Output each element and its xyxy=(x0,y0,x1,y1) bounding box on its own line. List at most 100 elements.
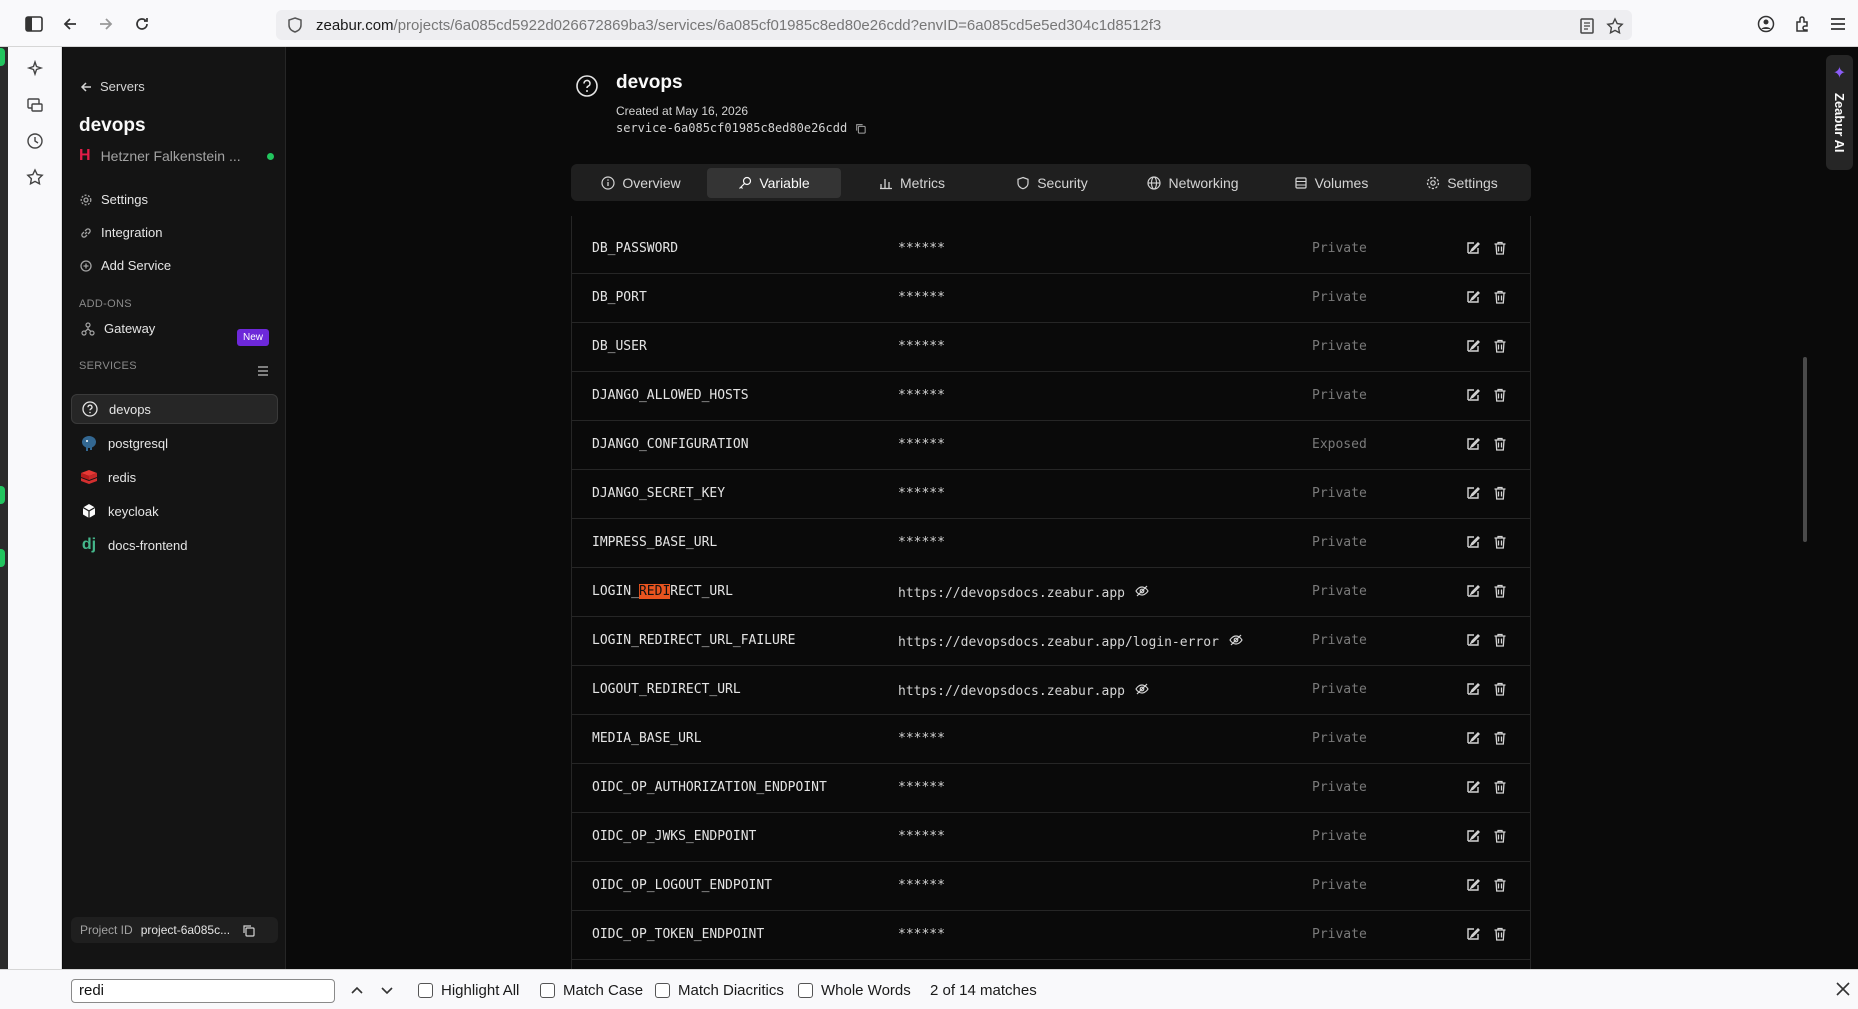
trash-icon[interactable] xyxy=(1492,485,1508,501)
tab-indicator xyxy=(0,549,5,567)
edit-icon[interactable] xyxy=(1465,779,1481,795)
back-icon[interactable] xyxy=(56,10,84,38)
variable-key: DJANGO_SECRET_KEY xyxy=(592,486,726,501)
trash-icon[interactable] xyxy=(1492,779,1508,795)
server-selector[interactable]: H Hetzner Falkenstein ... xyxy=(79,147,274,165)
account-icon[interactable] xyxy=(1752,10,1780,38)
back-to-servers-link[interactable]: Servers xyxy=(80,79,145,94)
edit-icon[interactable] xyxy=(1465,926,1481,942)
menu-icon[interactable] xyxy=(1824,10,1852,38)
copy-icon[interactable] xyxy=(242,924,255,937)
trash-icon[interactable] xyxy=(1492,338,1508,354)
trash-icon[interactable] xyxy=(1492,828,1508,844)
trash-icon[interactable] xyxy=(1492,387,1508,403)
service-item-docs-frontend[interactable]: dj docs-frontend xyxy=(71,530,278,560)
edit-icon[interactable] xyxy=(1465,387,1481,403)
address-bar[interactable]: zeabur.com/projects/6a085cd5922d02667286… xyxy=(276,10,1632,40)
table-row: LOGIN_REDIRECT_URL https://devopsdocs.zea… xyxy=(572,568,1530,617)
highlight-all-checkbox[interactable]: Highlight All xyxy=(418,982,519,999)
trash-icon[interactable] xyxy=(1492,730,1508,746)
trash-icon[interactable] xyxy=(1492,681,1508,697)
reader-view-icon[interactable] xyxy=(1578,17,1596,35)
gateway-icon xyxy=(81,321,95,336)
sidebar-toggle-icon[interactable] xyxy=(20,10,48,38)
trash-icon[interactable] xyxy=(1492,534,1508,550)
sidebar-item-gateway[interactable]: Gateway xyxy=(81,321,155,336)
tab-label: Overview xyxy=(622,174,681,191)
tab-overview[interactable]: Overview xyxy=(575,168,707,198)
ai-chat-icon[interactable] xyxy=(24,58,46,80)
trash-icon[interactable] xyxy=(1492,289,1508,305)
bookmarks-icon[interactable] xyxy=(24,166,46,188)
service-item-postgresql[interactable]: postgresql xyxy=(71,428,278,458)
tab-security[interactable]: Security xyxy=(983,168,1121,198)
trash-icon[interactable] xyxy=(1492,436,1508,452)
service-item-keycloak[interactable]: keycloak xyxy=(71,496,278,526)
sidebar-link-label: Settings xyxy=(101,192,148,207)
edit-icon[interactable] xyxy=(1465,828,1481,844)
eye-off-icon[interactable] xyxy=(1135,584,1149,602)
sidebar-link-integration[interactable]: Integration xyxy=(80,225,162,240)
edit-icon[interactable] xyxy=(1465,534,1481,550)
extensions-icon[interactable] xyxy=(1788,10,1816,38)
service-item-devops[interactable]: devops xyxy=(71,394,278,424)
service-tabs: Overview Variable Metrics Security Netwo… xyxy=(571,164,1531,201)
list-view-icon[interactable] xyxy=(257,365,269,377)
question-circle-icon xyxy=(81,400,99,418)
variable-value: https://devopsdocs.zeabur.app xyxy=(898,584,1149,602)
info-icon xyxy=(601,175,615,190)
chevron-down-icon[interactable] xyxy=(376,979,398,1001)
edit-icon[interactable] xyxy=(1465,289,1481,305)
edit-icon[interactable] xyxy=(1465,681,1481,697)
history-icon[interactable] xyxy=(24,130,46,152)
tab-settings[interactable]: Settings xyxy=(1397,168,1527,198)
edit-icon[interactable] xyxy=(1465,338,1481,354)
forward-icon[interactable] xyxy=(92,10,120,38)
checkbox-box[interactable] xyxy=(655,983,670,998)
copy-icon[interactable] xyxy=(855,123,866,134)
synced-tabs-icon[interactable] xyxy=(24,94,46,116)
trash-icon[interactable] xyxy=(1492,583,1508,599)
edit-icon[interactable] xyxy=(1465,240,1481,256)
service-item-label: postgresql xyxy=(108,435,168,451)
page-scrollbar[interactable] xyxy=(1803,357,1807,542)
service-item-redis[interactable]: redis xyxy=(71,462,278,492)
trash-icon[interactable] xyxy=(1492,240,1508,256)
eye-off-icon[interactable] xyxy=(1229,633,1243,651)
edit-icon[interactable] xyxy=(1465,877,1481,893)
eye-off-icon[interactable] xyxy=(1135,682,1149,700)
tab-networking[interactable]: Networking xyxy=(1121,168,1265,198)
chevron-up-icon[interactable] xyxy=(346,979,368,1001)
trash-icon[interactable] xyxy=(1492,877,1508,893)
sidebar-link-settings[interactable]: Settings xyxy=(80,192,148,207)
tab-volumes[interactable]: Volumes xyxy=(1265,168,1397,198)
checkbox-box[interactable] xyxy=(418,983,433,998)
shield-icon[interactable] xyxy=(286,16,304,34)
project-id-value: project-6a085c... xyxy=(140,923,231,937)
edit-icon[interactable] xyxy=(1465,730,1481,746)
whole-words-checkbox[interactable]: Whole Words xyxy=(798,982,911,999)
checkbox-box[interactable] xyxy=(798,983,813,998)
edit-icon[interactable] xyxy=(1465,583,1481,599)
match-diacritics-checkbox[interactable]: Match Diacritics xyxy=(655,982,784,999)
zeabur-ai-button[interactable]: ✦ Zeabur AI xyxy=(1826,55,1853,170)
match-case-checkbox[interactable]: Match Case xyxy=(540,982,643,999)
find-input[interactable]: redi xyxy=(71,979,335,1003)
shield-icon xyxy=(1017,176,1029,189)
edit-icon[interactable] xyxy=(1465,485,1481,501)
find-bar: redi Highlight All Match Case Match Diac… xyxy=(0,969,1858,1009)
sidebar-link-add-service[interactable]: Add Service xyxy=(80,258,171,273)
table-row: DJANGO_SECRET_KEY ****** Private xyxy=(572,470,1530,519)
bookmark-star-icon[interactable] xyxy=(1606,17,1624,35)
trash-icon[interactable] xyxy=(1492,632,1508,648)
reload-icon[interactable] xyxy=(128,10,156,38)
tab-metrics[interactable]: Metrics xyxy=(841,168,983,198)
close-icon[interactable] xyxy=(1833,979,1853,999)
checkbox-box[interactable] xyxy=(540,983,555,998)
edit-icon[interactable] xyxy=(1465,436,1481,452)
service-question-icon xyxy=(576,75,598,97)
edit-icon[interactable] xyxy=(1465,632,1481,648)
trash-icon[interactable] xyxy=(1492,926,1508,942)
bar-chart-icon xyxy=(879,178,892,189)
tab-variable[interactable]: Variable xyxy=(707,167,841,198)
